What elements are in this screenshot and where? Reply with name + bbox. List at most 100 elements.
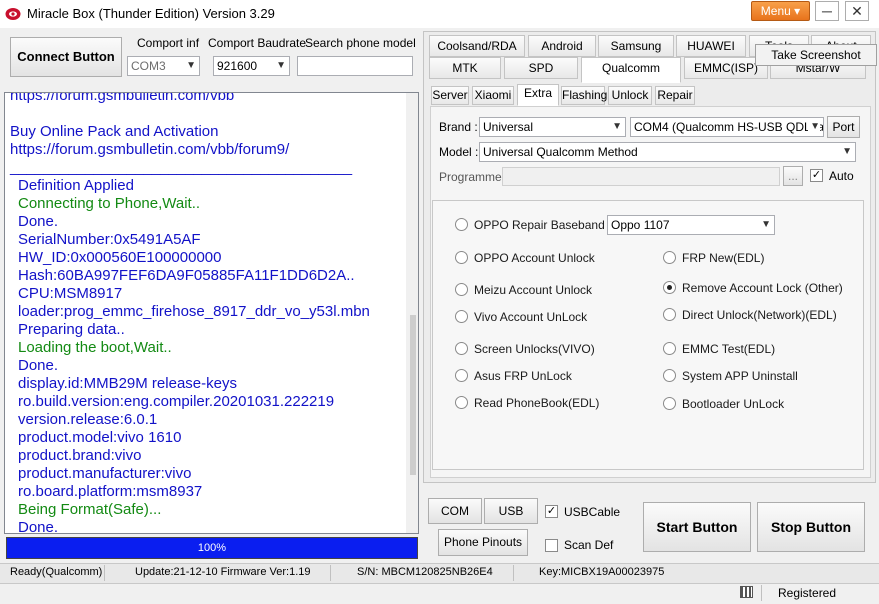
method-label: Meizu Account Unlock <box>474 283 593 297</box>
start-button[interactable]: Start Button <box>643 502 751 552</box>
phone-pinouts-button[interactable]: Phone Pinouts <box>438 529 528 556</box>
tab-android[interactable]: Android <box>528 35 596 57</box>
tab-huawei[interactable]: HUAWEI <box>676 35 746 57</box>
oppo-model-select[interactable]: Oppo 1107 ▼ <box>607 215 775 235</box>
take-screenshot-button[interactable]: Take Screenshot <box>755 44 877 66</box>
programmer-input[interactable] <box>502 167 780 186</box>
comport-label: Comport inf <box>137 36 200 50</box>
log-line: Being Format(Safe)... <box>18 501 162 518</box>
browse-button[interactable]: ... <box>783 166 803 186</box>
status-state: Ready(Qualcomm) <box>10 566 103 578</box>
chevron-down-icon: ▼ <box>808 118 820 136</box>
brand-value: Universal <box>483 120 534 134</box>
app-logo-icon <box>5 8 21 20</box>
menu-button[interactable]: Menu ▾ <box>751 1 810 21</box>
log-lines: https://forum.gsmbulletin.com/vbb Buy Onl… <box>10 92 404 533</box>
connect-button[interactable]: Connect Button <box>10 37 122 77</box>
chevron-down-icon: ▼ <box>276 60 286 71</box>
method-radio[interactable] <box>663 397 676 410</box>
method-radio[interactable] <box>455 251 468 264</box>
minimize-button[interactable]: ─ <box>815 1 839 21</box>
method-radio[interactable] <box>455 310 468 323</box>
status-separator <box>513 565 514 581</box>
model-value: Universal Qualcomm Method <box>483 145 638 159</box>
method-label: Read PhoneBook(EDL) <box>474 396 600 410</box>
oppo-repair-label: OPPO Repair Baseband <box>474 218 605 232</box>
subtab-unlock[interactable]: Unlock <box>608 86 652 105</box>
method-label: Asus FRP UnLock <box>474 369 572 383</box>
chevron-down-icon: ▼ <box>186 60 196 71</box>
keyboard-icon <box>740 586 753 598</box>
method-radio[interactable] <box>455 283 468 296</box>
method-label: Bootloader UnLock <box>682 397 785 411</box>
search-model-input[interactable] <box>297 56 413 76</box>
method-label: FRP New(EDL) <box>682 251 765 265</box>
subtab-repair[interactable]: Repair <box>655 86 695 105</box>
method-label: Vivo Account UnLock <box>474 310 588 324</box>
log-panel[interactable]: https://forum.gsmbulletin.com/vbb Buy Onl… <box>4 92 419 534</box>
method-radio[interactable] <box>663 251 676 264</box>
check-icon: ✓ <box>546 505 557 517</box>
port-select[interactable]: COM4 (Qualcomm HS-USB QDLoad ▼ <box>630 117 824 137</box>
usb-cable-checkbox[interactable]: ✓ <box>545 505 558 518</box>
auto-checkbox[interactable]: ✓ <box>810 169 823 182</box>
method-radio[interactable] <box>663 281 676 294</box>
tab-mtk[interactable]: MTK <box>429 57 501 79</box>
scrollbar-thumb[interactable] <box>410 315 416 475</box>
method-label: Remove Account Lock (Other) <box>682 281 843 295</box>
tab-samsung[interactable]: Samsung <box>598 35 674 57</box>
usb-scan-button[interactable]: USB Scan <box>484 498 538 542</box>
status-key: Key:MICBX19A00023975 <box>539 566 665 578</box>
subtab-server[interactable]: Server <box>431 86 469 105</box>
log-line: Connecting to Phone,Wait.. <box>18 195 201 212</box>
log-line: HW_ID:0x000560E100000000 <box>18 249 222 266</box>
subtab-extra[interactable]: Extra <box>517 84 559 106</box>
log-line: ro.board.platform:msm8937 <box>18 483 203 500</box>
oppo-repair-radio[interactable] <box>455 218 468 231</box>
scan-def-checkbox[interactable] <box>545 539 558 552</box>
log-scrollbar[interactable] <box>406 93 418 533</box>
method-radio[interactable] <box>663 369 676 382</box>
baudrate-select[interactable]: 921600 ▼ <box>213 56 290 76</box>
log-line: Preparing data.. <box>18 321 125 338</box>
method-radio[interactable] <box>663 308 676 321</box>
brand-select[interactable]: Universal ▼ <box>479 117 626 137</box>
log-line: version.release:6.0.1 <box>18 411 158 428</box>
log-line: Done. <box>18 357 59 374</box>
window-title: Miracle Box (Thunder Edition) Version 3.… <box>27 6 275 21</box>
status-update: Update:21-12-10 Firmware Ver:1.19 <box>135 566 311 578</box>
com-scan-button[interactable]: COM Scan <box>428 498 482 542</box>
method-radio[interactable] <box>455 396 468 409</box>
comport-select[interactable]: COM3 ▼ <box>127 56 200 76</box>
registered-label: Registered <box>778 586 837 600</box>
programmer-label: Programmer: <box>439 170 510 184</box>
tab-coolsand-rda[interactable]: Coolsand/RDA <box>429 35 525 57</box>
method-radio[interactable] <box>455 369 468 382</box>
log-line: Definition Applied <box>18 177 134 194</box>
chevron-down-icon: ▾ <box>794 4 801 18</box>
method-radio[interactable] <box>455 342 468 355</box>
usb-cable-label: USBCable <box>564 505 621 519</box>
log-line: product.manufacturer:vivo <box>18 465 192 482</box>
stop-button[interactable]: Stop Button <box>757 502 865 552</box>
tab-spd[interactable]: SPD <box>504 57 578 79</box>
method-label: EMMC Test(EDL) <box>682 342 776 356</box>
status-serial: S/N: MBCM120825NB26E4 <box>357 566 493 578</box>
log-line: Done. <box>18 213 59 230</box>
log-line: loader:prog_emmc_firehose_8917_ddr_vo_y5… <box>18 303 370 320</box>
model-select[interactable]: Universal Qualcomm Method ▼ <box>479 142 856 162</box>
status-separator <box>761 585 762 601</box>
tab-qualcomm[interactable]: Qualcomm <box>581 57 681 83</box>
comport-value: COM3 <box>131 59 166 73</box>
port-button[interactable]: Port <box>827 116 860 138</box>
log-line: product.model:vivo 1610 <box>18 429 182 446</box>
subtab-flashing[interactable]: Flashing <box>561 86 607 105</box>
status-separator <box>104 565 105 581</box>
method-radio[interactable] <box>663 342 676 355</box>
log-line: https://forum.gsmbulletin.com/vbb <box>10 92 235 104</box>
close-button[interactable]: ✕ <box>845 1 869 21</box>
log-line: https://forum.gsmbulletin.com/vbb/forum9… <box>10 141 290 158</box>
method-label: Screen Unlocks(VIVO) <box>474 342 595 356</box>
subtab-xiaomi[interactable]: Xiaomi <box>472 86 514 105</box>
